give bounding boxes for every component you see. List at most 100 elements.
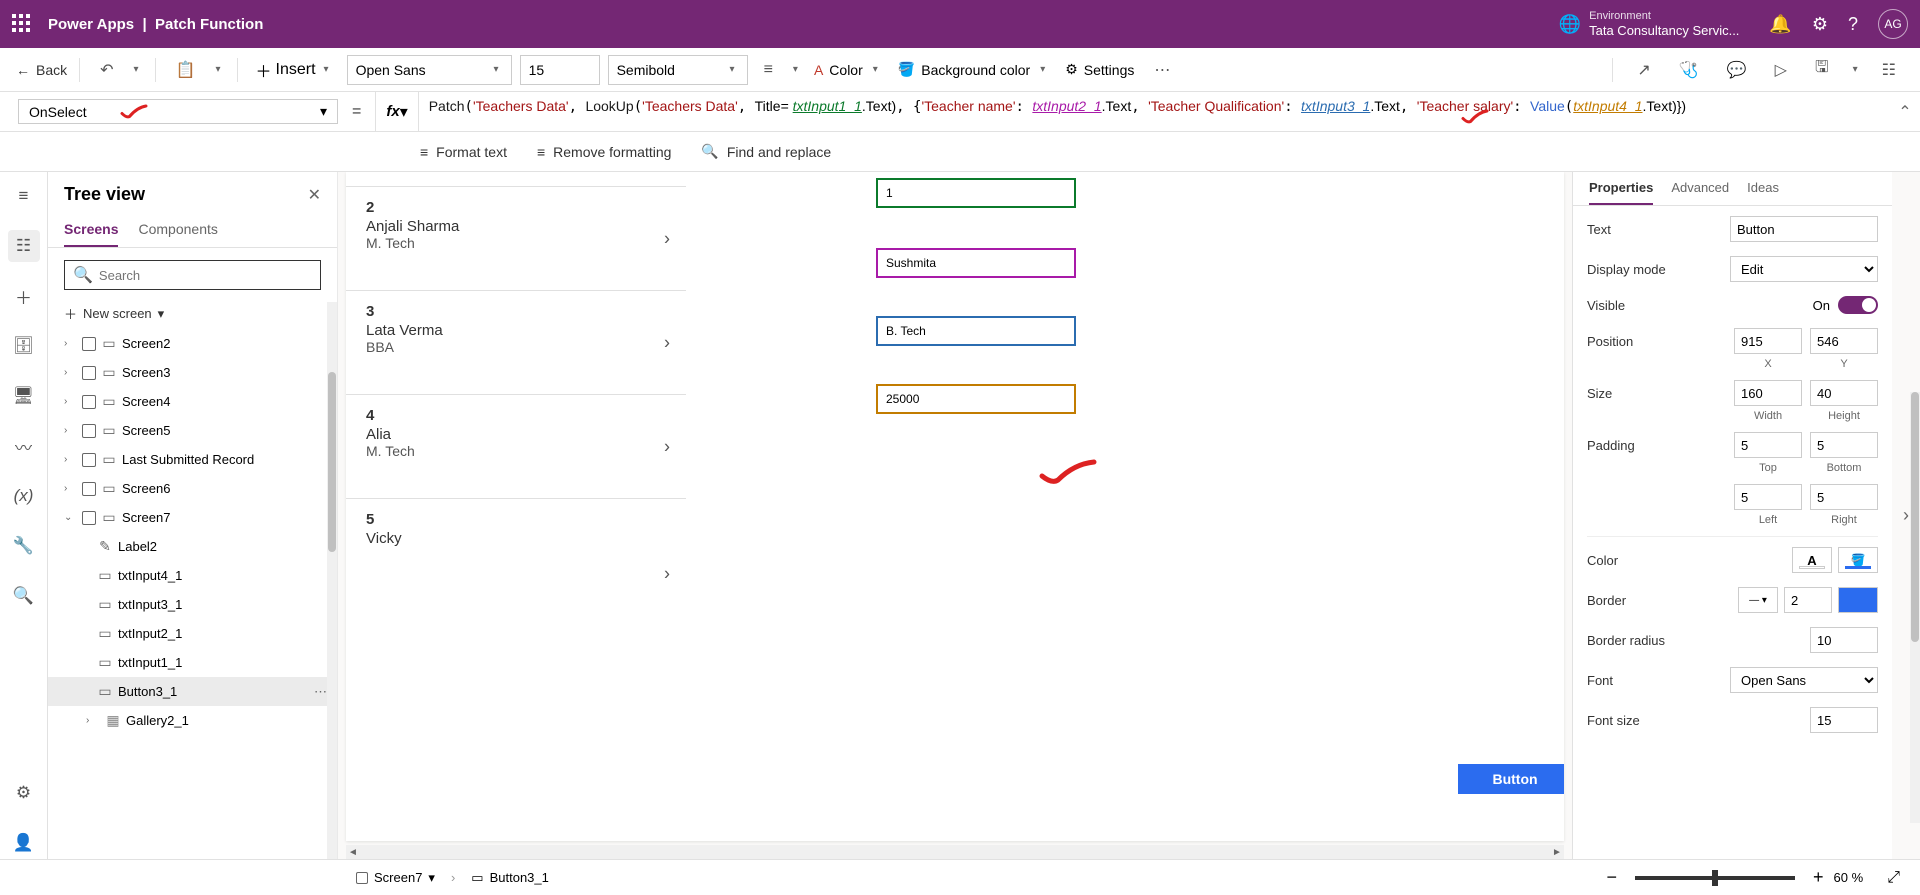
gallery[interactable]: Sushmita B. Tech › 2 Anjali Sharma M. Te… (346, 172, 686, 841)
search-input[interactable] (99, 268, 312, 283)
prop-y-input[interactable] (1810, 328, 1878, 354)
tab-advanced[interactable]: Advanced (1671, 176, 1729, 205)
more-icon[interactable]: ⋯ (1146, 56, 1178, 84)
gear-icon[interactable]: ⚙ (1812, 14, 1828, 35)
new-screen-button[interactable]: ＋ New screen ▾ (48, 298, 337, 329)
accessibility-icon[interactable]: 👤 (8, 827, 40, 859)
fit-screen-icon[interactable]: ⤢ (1887, 869, 1900, 887)
paste-chevron[interactable]: ▾ (211, 64, 224, 75)
user-avatar[interactable]: AG (1878, 9, 1908, 39)
chevron-right-icon[interactable]: › (664, 436, 670, 457)
tree-item-screen4[interactable]: ›▭Screen4 (48, 387, 337, 416)
waffle-icon[interactable] (12, 14, 32, 34)
tab-screens[interactable]: Screens (64, 213, 118, 247)
tree-item-screen5[interactable]: ›▭Screen5 (48, 416, 337, 445)
prop-pad-bottom-input[interactable] (1810, 432, 1878, 458)
search-rail-icon[interactable]: 🔍 (8, 580, 40, 612)
undo-chevron[interactable]: ▾ (130, 64, 143, 75)
gallery-item[interactable]: Sushmita B. Tech › (346, 172, 686, 187)
find-replace-button[interactable]: 🔍Find and replace (701, 143, 831, 160)
hamburger-icon[interactable]: ≡ (8, 180, 40, 212)
canvas-button[interactable]: Button (1458, 764, 1564, 794)
tree-item-screen7[interactable]: ⌄▭Screen7 (48, 503, 337, 532)
prop-text-input[interactable] (1730, 216, 1878, 242)
format-text-button[interactable]: ≡Format text (420, 144, 507, 160)
tree-item-last-submitted[interactable]: ›▭Last Submitted Record (48, 445, 337, 474)
help-icon[interactable]: ? (1848, 14, 1858, 35)
zoom-in-button[interactable]: + (1813, 867, 1824, 888)
notifications-icon[interactable]: 🔔 (1769, 14, 1791, 35)
border-radius-input[interactable] (1810, 627, 1878, 653)
prop-x-input[interactable] (1734, 328, 1802, 354)
txtinput1[interactable] (876, 178, 1076, 208)
save-icon[interactable]: 🖫 (1807, 52, 1837, 87)
paste-button[interactable]: 📋 (168, 56, 204, 84)
flow-icon[interactable]: 〰 (8, 430, 40, 462)
zoom-out-button[interactable]: − (1607, 867, 1618, 888)
zoom-handle[interactable] (1712, 870, 1718, 886)
chevron-right-icon[interactable]: › (664, 332, 670, 353)
prop-font-dropdown[interactable]: Open Sans (1730, 667, 1878, 693)
align-chevron[interactable]: ▾ (789, 64, 802, 75)
tree-scrollbar[interactable] (327, 302, 337, 859)
insert-icon[interactable]: ＋ (8, 280, 40, 312)
tree-item-screen3[interactable]: ›▭Screen3 (48, 358, 337, 387)
gallery-item[interactable]: 5 Vicky › (346, 499, 686, 603)
remove-formatting-button[interactable]: ≡Remove formatting (537, 144, 671, 160)
more-icon[interactable]: ⋯ (314, 684, 327, 700)
tab-ideas[interactable]: Ideas (1747, 176, 1779, 205)
tree-item-txtinput1[interactable]: ▭txtInput1_1 (48, 648, 337, 677)
formula-input[interactable]: Patch('Teachers Data', LookUp('Teachers … (419, 92, 1890, 131)
visible-toggle[interactable] (1838, 296, 1878, 314)
tab-properties[interactable]: Properties (1589, 176, 1653, 205)
formula-expand-icon[interactable]: ⌃ (1890, 92, 1920, 131)
environment-selector[interactable]: 🌐 Environment Tata Consultancy Servic... (1559, 10, 1740, 39)
scroll-left-icon[interactable]: ◄ (346, 847, 360, 858)
canvas-scrollbar[interactable]: ◄ ► (346, 845, 1564, 859)
font-weight-dropdown[interactable]: Semibold▾ (608, 55, 748, 85)
tree-item-label2[interactable]: ✎Label2 (48, 532, 337, 561)
prop-pad-top-input[interactable] (1734, 432, 1802, 458)
fx-button[interactable]: fx▾ (375, 92, 418, 131)
variables-icon[interactable]: (x) (8, 480, 40, 512)
save-chevron[interactable]: ▾ (1849, 64, 1862, 75)
close-icon[interactable]: ✕ (308, 185, 321, 205)
breadcrumb-control[interactable]: ▭ Button3_1 (465, 868, 555, 888)
share-icon[interactable]: ↗ (1629, 56, 1658, 84)
gallery-item[interactable]: 2 Anjali Sharma M. Tech › (346, 187, 686, 291)
props-scrollbar[interactable] (1910, 392, 1920, 823)
border-width-input[interactable] (1784, 587, 1832, 613)
media-icon[interactable]: 🖥 (8, 380, 40, 412)
color-button[interactable]: A Color ▾ (810, 62, 886, 78)
tools-icon[interactable]: 🔧 (8, 530, 40, 562)
breadcrumb-screen[interactable]: Screen7 ▾ (350, 868, 441, 888)
txtinput4[interactable] (876, 384, 1076, 414)
align-icon[interactable]: ≡ (756, 57, 781, 83)
prop-pad-right-input[interactable] (1810, 484, 1878, 510)
font-size-input[interactable]: 15 (520, 55, 600, 85)
prop-display-dropdown[interactable]: Edit (1730, 256, 1878, 282)
chevron-right-icon[interactable]: › (664, 228, 670, 249)
tree-item-txtinput2[interactable]: ▭txtInput2_1 (48, 619, 337, 648)
gallery-item[interactable]: 4 Alia M. Tech › (346, 395, 686, 499)
fill-color-swatch[interactable]: 🪣 (1838, 547, 1878, 573)
gallery-item[interactable]: 3 Lata Verma BBA › (346, 291, 686, 395)
play-icon[interactable]: ▷ (1767, 56, 1795, 84)
txtinput2[interactable] (876, 248, 1076, 278)
property-selector[interactable]: OnSelect ▾ (18, 99, 338, 124)
publish-icon[interactable]: ☷ (1874, 56, 1904, 84)
settings-rail-icon[interactable]: ⚙ (8, 777, 40, 809)
prop-pad-left-input[interactable] (1734, 484, 1802, 510)
tree-item-txtinput4[interactable]: ▭txtInput4_1 (48, 561, 337, 590)
data-icon[interactable]: 🗄 (8, 330, 40, 362)
bgcolor-button[interactable]: 🪣 Background color ▾ (894, 61, 1053, 78)
insert-button[interactable]: ＋ Insert ▾ (250, 58, 339, 82)
zoom-slider[interactable] (1635, 876, 1795, 880)
prop-width-input[interactable] (1734, 380, 1802, 406)
tree-item-button3[interactable]: ▭Button3_1⋯ (48, 677, 337, 706)
border-style-dropdown[interactable]: — ▾ (1738, 587, 1778, 613)
tab-components[interactable]: Components (138, 213, 217, 247)
border-color-swatch[interactable] (1838, 587, 1878, 613)
checker-icon[interactable]: 🩺 (1671, 56, 1707, 84)
chevron-right-icon[interactable]: › (664, 564, 670, 585)
